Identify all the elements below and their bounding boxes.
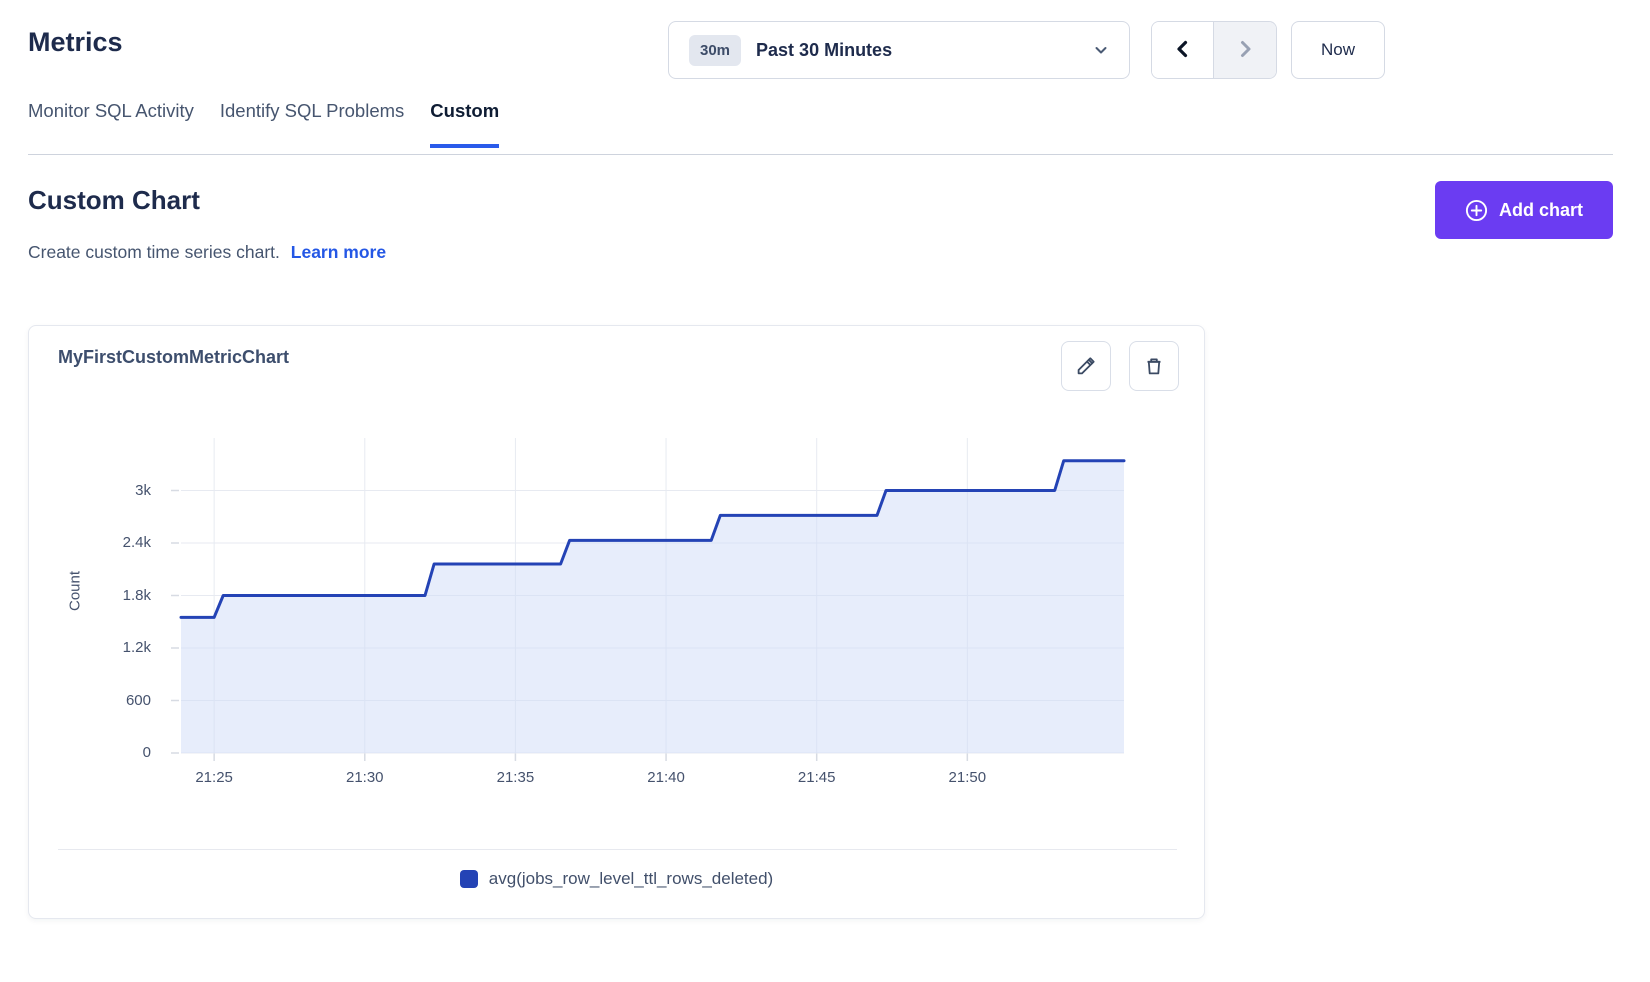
time-nav-group [1151, 21, 1277, 79]
time-range-badge: 30m [689, 35, 741, 66]
time-next-button[interactable] [1214, 22, 1276, 78]
x-tick-label: 21:40 [631, 769, 701, 786]
tab-custom[interactable]: Custom [430, 100, 499, 148]
x-tick-label: 21:25 [179, 769, 249, 786]
y-tick-label: 600 [29, 692, 151, 709]
edit-chart-button[interactable] [1061, 341, 1111, 391]
y-tick-label: 2.4k [29, 534, 151, 551]
x-tick-label: 21:30 [330, 769, 400, 786]
chart-legend: avg(jobs_row_level_ttl_rows_deleted) [29, 869, 1204, 889]
metrics-page: Metrics 30m Past 30 Minutes Now Monitor … [0, 0, 1650, 982]
trash-icon [1143, 355, 1165, 377]
add-chart-label: Add chart [1499, 200, 1583, 221]
section-description: Create custom time series chart. Learn m… [28, 242, 386, 263]
learn-more-link[interactable]: Learn more [291, 242, 386, 262]
section-heading: Custom Chart [28, 185, 200, 216]
y-tick-label: 1.8k [29, 587, 151, 604]
chart-title: MyFirstCustomMetricChart [58, 347, 289, 368]
tab-identify-sql-problems[interactable]: Identify SQL Problems [220, 100, 404, 148]
time-prev-button[interactable] [1152, 22, 1214, 78]
time-range-label: Past 30 Minutes [756, 40, 892, 61]
delete-chart-button[interactable] [1129, 341, 1179, 391]
y-tick-label: 3k [29, 482, 151, 499]
chevron-down-icon [1093, 42, 1109, 58]
chevron-left-icon [1173, 39, 1193, 62]
add-chart-button[interactable]: Add chart [1435, 181, 1613, 239]
tabs-divider [28, 154, 1613, 155]
now-button[interactable]: Now [1291, 21, 1385, 79]
pencil-icon [1075, 355, 1097, 377]
x-tick-label: 21:45 [782, 769, 852, 786]
custom-chart-card: MyFirstCustomMetricChart 0 600 1.2k 1.8k 2.4… [28, 325, 1205, 919]
card-divider [58, 849, 1177, 850]
x-tick-label: 21:35 [480, 769, 550, 786]
y-tick-label: 0 [29, 744, 151, 761]
x-tick-label: 21:50 [932, 769, 1002, 786]
page-title: Metrics [28, 27, 123, 58]
tab-monitor-sql-activity[interactable]: Monitor SQL Activity [28, 100, 194, 148]
tab-bar: Monitor SQL Activity Identify SQL Proble… [28, 100, 499, 148]
section-description-text: Create custom time series chart. [28, 242, 280, 262]
y-axis-label: Count [67, 571, 84, 611]
time-series-plot[interactable] [159, 426, 1139, 771]
legend-label: avg(jobs_row_level_ttl_rows_deleted) [489, 869, 773, 889]
plus-circle-icon [1465, 199, 1488, 222]
chevron-right-icon [1235, 39, 1255, 62]
legend-swatch [460, 870, 478, 888]
time-range-picker[interactable]: 30m Past 30 Minutes [668, 21, 1130, 79]
y-tick-label: 1.2k [29, 639, 151, 656]
